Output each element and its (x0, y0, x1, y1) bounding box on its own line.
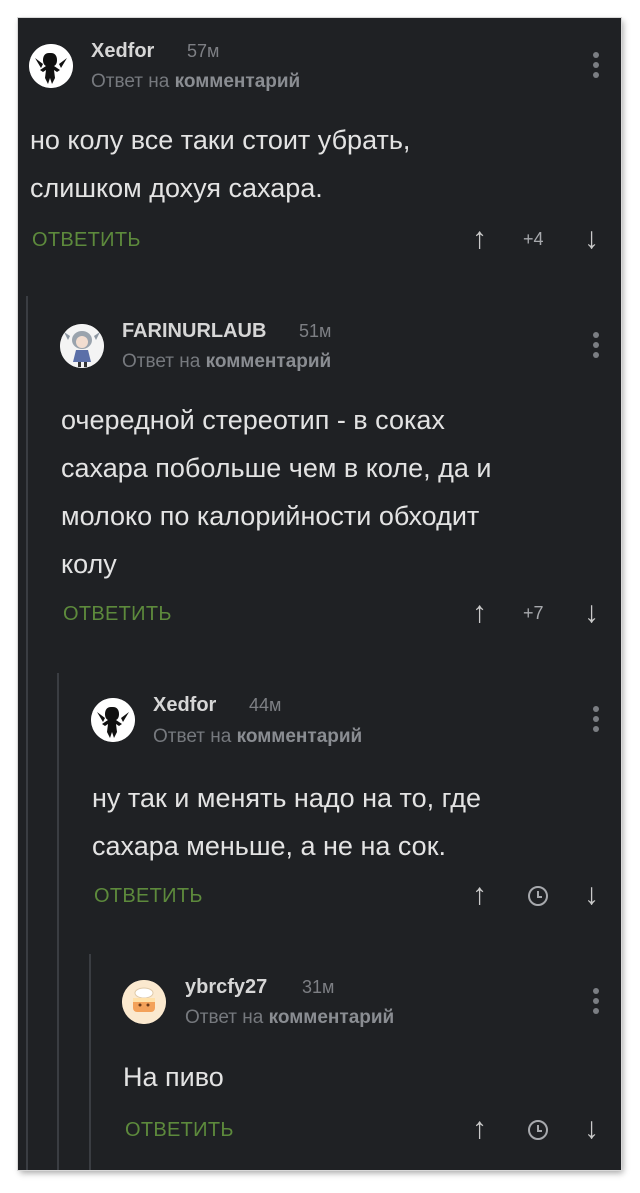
reply-button[interactable]: ОТВЕТИТЬ (32, 229, 141, 252)
comment-score: +4 (523, 229, 544, 249)
thread-line[interactable] (26, 296, 28, 1170)
reply-to-link[interactable]: комментарий (206, 351, 332, 372)
reply-to-prefix: Ответ на (122, 351, 201, 372)
clock-icon (528, 1120, 548, 1140)
comment-time: 51м (299, 321, 332, 341)
upvote-icon[interactable]: ↑ (472, 224, 487, 254)
comment-score: +7 (523, 603, 544, 623)
thread-line[interactable] (57, 673, 59, 1170)
reply-button[interactable]: ОТВЕТИТЬ (63, 603, 172, 626)
user-avatar[interactable] (91, 698, 135, 742)
comment-time: 31м (302, 977, 335, 997)
reply-to-prefix: Ответ на (153, 726, 232, 747)
user-avatar[interactable] (60, 324, 104, 368)
comment-menu-icon[interactable] (592, 706, 600, 736)
comment-menu-icon[interactable] (592, 52, 600, 82)
reply-to-link[interactable]: комментарий (175, 71, 301, 92)
downvote-icon[interactable]: ↓ (584, 1114, 599, 1144)
upvote-icon[interactable]: ↑ (472, 1114, 487, 1144)
user-avatar[interactable] (29, 44, 73, 88)
comment-thread: Xedfor 57м Ответ на комментарий но колу … (18, 18, 621, 1170)
comment-text: очередной стереотип - в соках сахара поб… (61, 405, 492, 579)
username[interactable]: Xedfor (153, 694, 216, 717)
reply-to-line: Ответ на комментарий (153, 726, 362, 748)
username[interactable]: ybrcfy27 (185, 976, 267, 999)
username[interactable]: Xedfor (91, 40, 154, 63)
downvote-icon[interactable]: ↓ (584, 598, 599, 628)
thread-line[interactable] (89, 954, 91, 1170)
reply-to-prefix: Ответ на (185, 1007, 264, 1028)
comment-text: На пиво (123, 1062, 224, 1092)
reply-to-prefix: Ответ на (91, 71, 170, 92)
reply-to-line: Ответ на комментарий (185, 1007, 394, 1029)
user-avatar[interactable] (122, 980, 166, 1024)
reply-to-line: Ответ на комментарий (91, 71, 300, 93)
username[interactable]: FARINURLAUB (122, 320, 266, 343)
reply-to-link[interactable]: комментарий (269, 1007, 395, 1028)
downvote-icon[interactable]: ↓ (584, 880, 599, 910)
comment-text: ну так и менять надо на то, где сахара м… (92, 783, 482, 861)
downvote-icon[interactable]: ↓ (584, 224, 599, 254)
comment-time: 44м (249, 695, 282, 715)
reply-to-line: Ответ на комментарий (122, 351, 331, 373)
clock-icon (528, 886, 548, 906)
comment-time: 57м (187, 41, 220, 61)
comment-menu-icon[interactable] (592, 332, 600, 362)
reply-to-link[interactable]: комментарий (237, 726, 363, 747)
upvote-icon[interactable]: ↑ (472, 880, 487, 910)
comment-menu-icon[interactable] (592, 988, 600, 1018)
upvote-icon[interactable]: ↑ (472, 598, 487, 628)
reply-button[interactable]: ОТВЕТИТЬ (125, 1119, 234, 1142)
reply-button[interactable]: ОТВЕТИТЬ (94, 885, 203, 908)
comment-text: но колу все таки стоит убрать, слишком д… (30, 125, 411, 203)
